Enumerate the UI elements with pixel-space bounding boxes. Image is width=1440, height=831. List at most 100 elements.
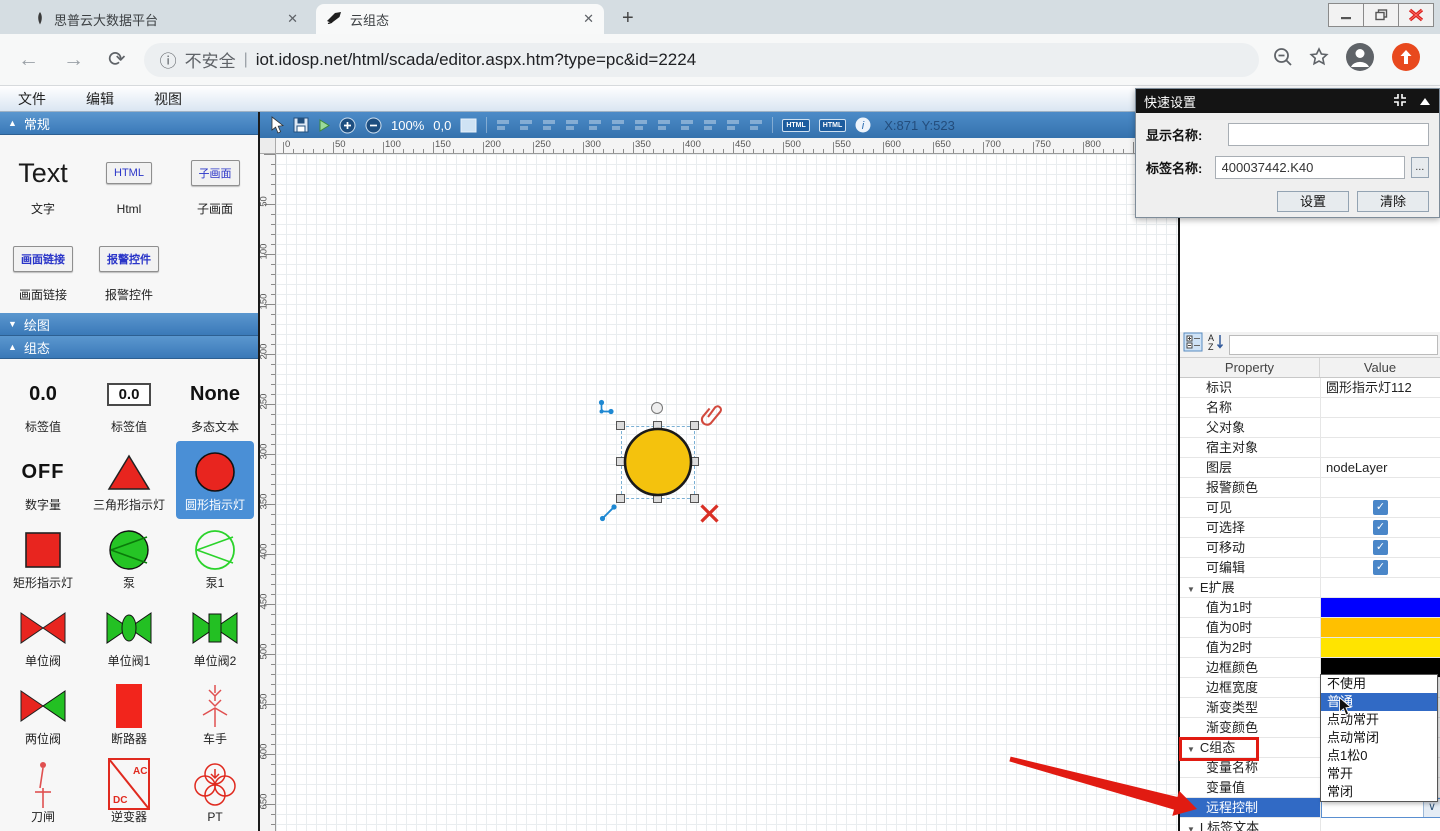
info-icon[interactable]: ⓘ (160, 47, 177, 72)
color-swatch[interactable] (1321, 618, 1440, 637)
save-icon[interactable] (293, 116, 309, 134)
property-row-可见[interactable]: 可见✓ (1180, 498, 1440, 518)
cursor-select-icon[interactable] (270, 116, 284, 134)
zoom-out-page-icon[interactable] (1273, 47, 1293, 72)
checkbox-checked-icon[interactable]: ✓ (1373, 540, 1388, 555)
distribute-v-icon[interactable] (749, 116, 763, 134)
info-icon[interactable]: i (855, 116, 871, 134)
display-name-input[interactable] (1228, 123, 1429, 146)
browser-update-icon[interactable] (1391, 42, 1421, 77)
property-row-值为2时[interactable]: 值为2时 (1180, 638, 1440, 658)
delete-x-icon[interactable] (699, 503, 720, 529)
design-canvas[interactable] (276, 154, 1178, 831)
minimize-button[interactable] (1328, 3, 1364, 27)
property-row-E扩展[interactable]: ▼E扩展 (1180, 578, 1440, 598)
property-filter-field[interactable] (1229, 335, 1438, 355)
palette-item-valve-green-rect[interactable]: 单位阀2 (172, 597, 258, 675)
property-value[interactable]: ✓ (1320, 538, 1440, 557)
close-icon[interactable]: ✕ (583, 11, 594, 27)
circle-indicator-node[interactable] (613, 417, 703, 512)
align-left-icon[interactable] (542, 116, 556, 134)
property-value[interactable] (1320, 598, 1440, 617)
align-top-icon[interactable] (611, 116, 625, 134)
property-value[interactable]: ✓ (1320, 498, 1440, 517)
property-row-图层[interactable]: 图层nodeLayer (1180, 458, 1440, 478)
property-row-值为1时[interactable]: 值为1时 (1180, 598, 1440, 618)
property-row-父对象[interactable]: 父对象 (1180, 418, 1440, 438)
align-bottom-icon[interactable] (657, 116, 671, 134)
tag-name-input[interactable] (1215, 156, 1405, 179)
property-row-可移动[interactable]: 可移动✓ (1180, 538, 1440, 558)
palette-item-digital[interactable]: OFF数字量 (0, 441, 86, 519)
color-swatch[interactable] (1321, 598, 1440, 617)
property-row-标识[interactable]: 标识圆形指示灯112 (1180, 378, 1440, 398)
attach-paperclip-icon[interactable] (700, 401, 724, 433)
close-button[interactable] (1398, 3, 1434, 27)
dropdown-option-点1松0[interactable]: 点1松0 (1321, 747, 1437, 765)
palette-item-pump1[interactable]: 泵1 (172, 519, 258, 597)
group-icon[interactable] (496, 116, 510, 134)
new-tab-button[interactable]: + (622, 7, 634, 30)
checkbox-checked-icon[interactable]: ✓ (1373, 560, 1388, 575)
browse-tags-button[interactable]: ... (1411, 157, 1429, 178)
menu-edit[interactable]: 编辑 (86, 89, 114, 109)
palette-item-tag-value[interactable]: 0.0标签值 (0, 363, 86, 441)
sidebar-group-header[interactable]: ▲组态 (0, 336, 258, 359)
menu-file[interactable]: 文件 (18, 89, 46, 109)
ungroup-icon[interactable] (519, 116, 533, 134)
maximize-button[interactable] (1363, 3, 1399, 27)
connector-elbow-icon[interactable] (597, 399, 616, 423)
palette-item-pt[interactable]: PT (172, 753, 258, 831)
property-row-值为0时[interactable]: 值为0时 (1180, 618, 1440, 638)
property-value[interactable] (1320, 418, 1440, 437)
property-value[interactable]: 圆形指示灯112 (1320, 378, 1440, 397)
checkbox-checked-icon[interactable]: ✓ (1373, 500, 1388, 515)
property-row-宿主对象[interactable]: 宿主对象 (1180, 438, 1440, 458)
dropdown-option-点动常闭[interactable]: 点动常闭 (1321, 729, 1437, 747)
bookmark-star-icon[interactable] (1309, 47, 1329, 72)
html-badge-icon-2[interactable]: HTML (819, 119, 846, 132)
property-value[interactable] (1320, 438, 1440, 457)
url-field[interactable]: ⓘ 不安全 | iot.idosp.net/html/scada/editor.… (144, 43, 1259, 77)
palette-item-tag-value-boxed[interactable]: 0.0标签值 (86, 363, 172, 441)
property-row-可选择[interactable]: 可选择✓ (1180, 518, 1440, 538)
run-icon[interactable] (318, 116, 330, 134)
distribute-h-icon[interactable] (726, 116, 740, 134)
palette-item-valve-green-oval[interactable]: 单位阀1 (86, 597, 172, 675)
property-value[interactable] (1320, 478, 1440, 497)
palette-item-rect-indicator[interactable]: 矩形指示灯 (0, 519, 86, 597)
property-value[interactable] (1320, 618, 1440, 637)
align-right-icon[interactable] (588, 116, 602, 134)
palette-item-valve-two[interactable]: 两位阀 (0, 675, 86, 753)
zoom-in-icon[interactable] (339, 116, 356, 134)
same-width-icon[interactable] (680, 116, 694, 134)
sidebar-group-header[interactable]: ▼绘图 (0, 313, 258, 336)
rotate-handle[interactable] (651, 402, 663, 414)
sidebar-group-header[interactable]: ▲常规 (0, 112, 258, 135)
property-row-报警颜色[interactable]: 报警颜色 (1180, 478, 1440, 498)
palette-item-valve-red[interactable]: 单位阀 (0, 597, 86, 675)
dropdown-option-常闭[interactable]: 常闭 (1321, 783, 1437, 801)
menu-view[interactable]: 视图 (154, 89, 182, 109)
zoom-out-icon[interactable] (365, 116, 382, 134)
dropdown-option-不使用[interactable]: 不使用 (1321, 675, 1437, 693)
checkbox-checked-icon[interactable]: ✓ (1373, 520, 1388, 535)
property-row-可编辑[interactable]: 可编辑✓ (1180, 558, 1440, 578)
palette-item-alarm-button[interactable]: 报警控件报警控件 (86, 225, 172, 311)
clear-button[interactable]: 清除 (1357, 191, 1429, 212)
palette-item-subscreen-button[interactable]: 子画面子画面 (172, 139, 258, 225)
property-value[interactable]: nodeLayer (1320, 458, 1440, 477)
quick-settings-titlebar[interactable]: 快速设置 (1136, 89, 1439, 113)
palette-item-breaker[interactable]: 断路器 (86, 675, 172, 753)
dropdown-option-常开[interactable]: 常开 (1321, 765, 1437, 783)
property-row-名称[interactable]: 名称 (1180, 398, 1440, 418)
property-value[interactable] (1320, 638, 1440, 657)
property-value[interactable]: ✓ (1320, 518, 1440, 537)
palette-item-multi-text[interactable]: None多态文本 (172, 363, 258, 441)
palette-item-text[interactable]: Text文字 (0, 139, 86, 225)
palette-item-pump[interactable]: 泵 (86, 519, 172, 597)
grid-toggle-icon[interactable] (460, 116, 477, 134)
sort-az-icon[interactable]: AZ (1206, 332, 1226, 357)
tab-cloud-scada[interactable]: 云组态 ✕ (316, 4, 604, 34)
color-swatch[interactable] (1321, 638, 1440, 657)
